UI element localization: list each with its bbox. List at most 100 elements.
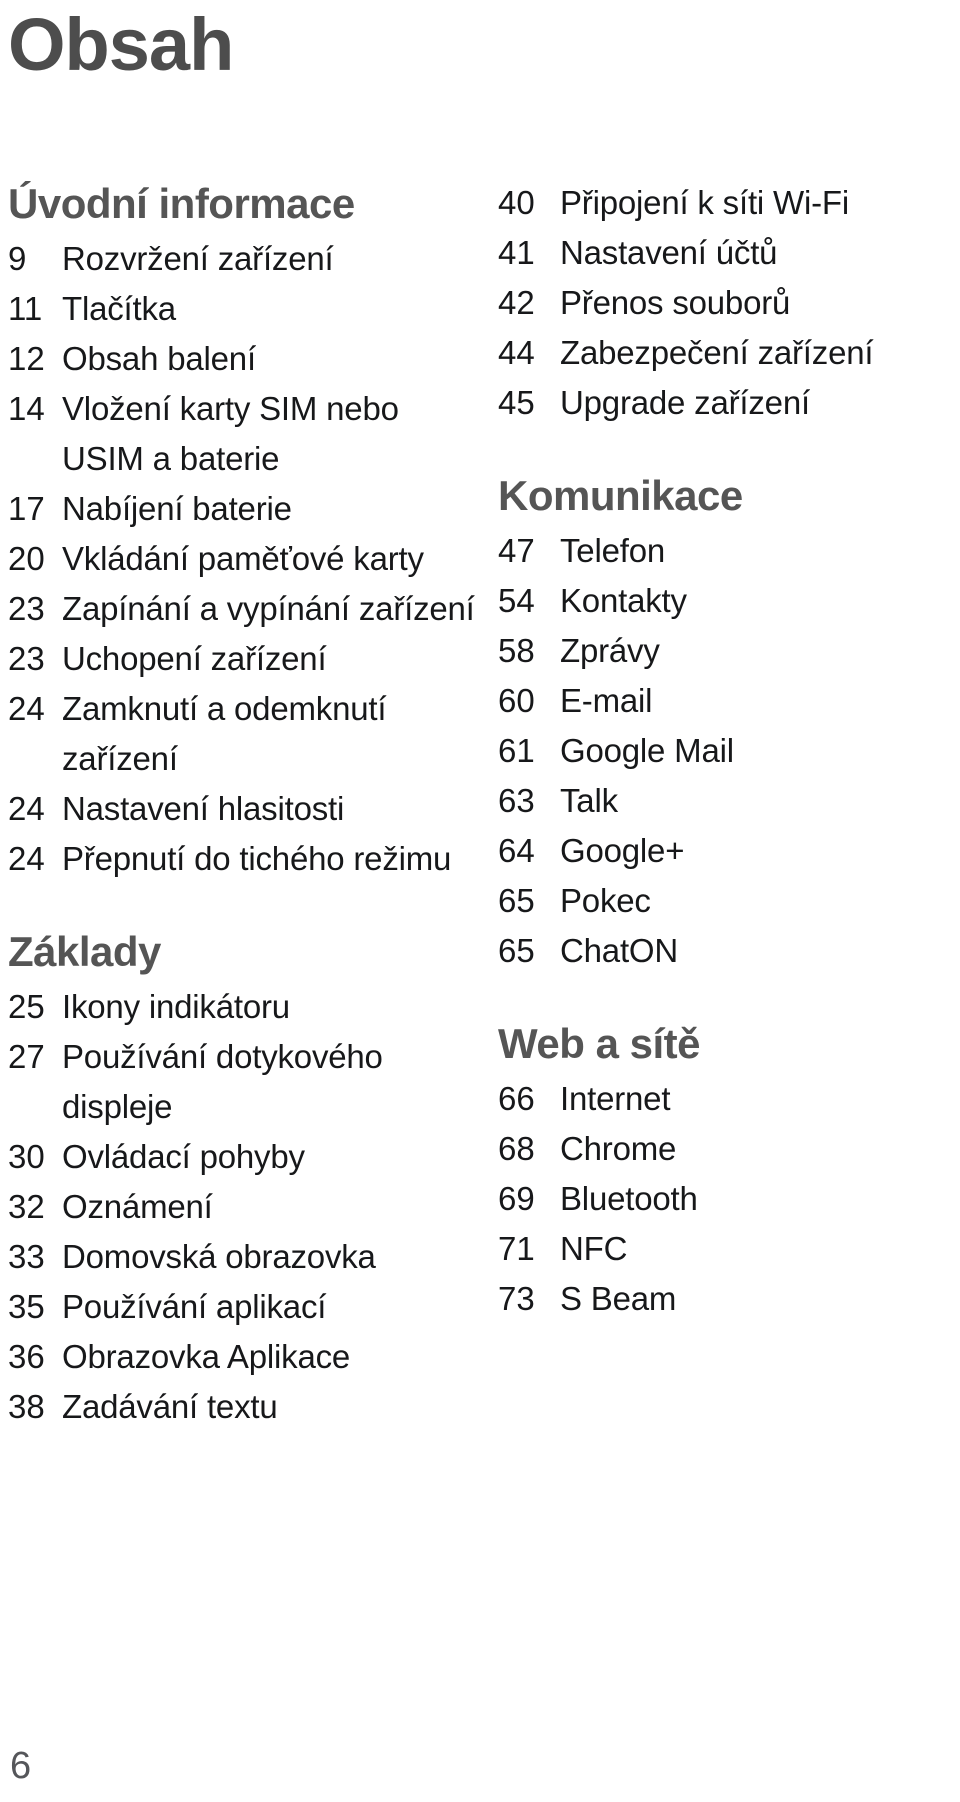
toc-entry[interactable]: 61 Google Mail [498,726,953,776]
toc-entry-page: 23 [8,640,45,677]
toc-section: Web a sítě 66 Internet 68 Chrome 69 Bluetooth 7… [498,1018,953,1324]
toc-entry-page: 65 [498,882,535,919]
toc-entry-label: Obrazovka Aplikace [62,1338,351,1375]
toc-entry-page: 66 [498,1080,535,1117]
toc-entry-page: 61 [498,732,535,769]
page-number: 6 [10,1745,32,1787]
toc-entry[interactable]: 20 Vkládání paměťové karty [8,534,478,584]
toc-entry[interactable]: 58 Zprávy [498,626,953,676]
toc-entry[interactable]: 36 Obrazovka Aplikace [8,1332,478,1382]
toc-entry[interactable]: 27 Používání dotykového displeje [8,1032,478,1132]
toc-entry-label: Připojení k síti Wi-Fi [560,184,849,221]
toc-entry[interactable]: 14 Vložení karty SIM nebo USIM a baterie [8,384,478,484]
toc-entry-label: Talk [560,782,618,819]
toc-entry[interactable]: 33 Domovská obrazovka [8,1232,478,1282]
toc-entry[interactable]: 64 Google+ [498,826,953,876]
toc-entry-label: Ikony indikátoru [62,988,290,1025]
toc-entry-page: 65 [498,932,535,969]
toc-entry-page: 12 [8,340,45,377]
toc-section: 40 Připojení k síti Wi-Fi 41 Nastavení účtů… [498,178,953,428]
toc-entry-label: Přepnutí do tichého režimu [62,840,452,877]
toc-entry[interactable]: 23 Zapínání a vypínání zařízení [8,584,478,634]
toc-entry[interactable]: 17 Nabíjení baterie [8,484,478,534]
toc-entry-label: E-mail [560,682,653,719]
toc-entry[interactable]: 44 Zabezpečení zařízení [498,328,953,378]
toc-entry[interactable]: 9 Rozvržení zařízení [8,234,478,284]
toc-entry-page: 32 [8,1188,45,1225]
toc-entry-page: 24 [8,690,45,727]
toc-entry[interactable]: 23 Uchopení zařízení [8,634,478,684]
toc-entry-label: Obsah balení [62,340,256,377]
toc-entry-page: 64 [498,832,535,869]
toc-entry[interactable]: 68 Chrome [498,1124,953,1174]
toc-entry-label: Oznámení [62,1188,213,1225]
toc-entry[interactable]: 65 Pokec [498,876,953,926]
toc-entry-page: 24 [8,790,45,827]
toc-entry[interactable]: 66 Internet [498,1074,953,1124]
toc-entry-label: Kontakty [560,582,687,619]
toc-entry-page: 24 [8,840,45,877]
toc-entry[interactable]: 54 Kontakty [498,576,953,626]
toc-entry-page: 33 [8,1238,45,1275]
toc-entry-label: Telefon [560,532,666,569]
page-title: Obsah [8,3,234,86]
toc-entry[interactable]: 71 NFC [498,1224,953,1274]
toc-entry[interactable]: 73 S Beam [498,1274,953,1324]
toc-entry-label: Zadávání textu [62,1388,278,1425]
toc-entry[interactable]: 69 Bluetooth [498,1174,953,1224]
toc-entry-page: 47 [498,532,535,569]
toc-section-heading: Komunikace [498,472,743,519]
toc-entry-page: 60 [498,682,535,719]
toc-entry-label: Tlačítka [62,290,176,327]
toc-entry[interactable]: 40 Připojení k síti Wi-Fi [498,178,953,228]
toc-entry-label: Uchopení zařízení [62,640,327,677]
toc-entry-label: Používání aplikací [62,1288,327,1325]
toc-entry-page: 9 [8,240,27,277]
toc-entry-label: Upgrade zařízení [560,384,810,421]
toc-entry-page: 54 [498,582,535,619]
toc-entry[interactable]: 32 Oznámení [8,1182,478,1232]
toc-section-heading: Základy [8,928,161,975]
toc-page: Obsah Úvodní informace 9 Rozvržení zařízen… [0,0,960,1802]
toc-entry[interactable]: 24 Nastavení hlasitosti [8,784,478,834]
toc-entry[interactable]: 24 Zamknutí a odemknutí zařízení [8,684,478,784]
toc-entry-page: 44 [498,334,535,371]
toc-entry[interactable]: 35 Používání aplikací [8,1282,478,1332]
toc-entry[interactable]: 45 Upgrade zařízení [498,378,953,428]
toc-entry-page: 58 [498,632,535,669]
toc-entry[interactable]: 11 Tlačítka [8,284,478,334]
toc-entry[interactable]: 65 ChatON [498,926,953,976]
toc-entry-label: Nabíjení baterie [62,490,292,527]
toc-entry-page: 63 [498,782,535,819]
toc-section: Základy 25 Ikony indikátoru 27 Používání dot… [8,926,478,1432]
toc-entry-page: 69 [498,1180,535,1217]
toc-entry-page: 71 [498,1230,535,1267]
toc-entry[interactable]: 41 Nastavení účtů [498,228,953,278]
toc-entry[interactable]: 63 Talk [498,776,953,826]
toc-entry[interactable]: 47 Telefon [498,526,953,576]
toc-entry-page: 38 [8,1388,45,1425]
toc-entry-label: Vkládání paměťové karty [62,540,424,577]
toc-entry-label: Rozvržení zařízení [62,240,334,277]
toc-section-heading: Úvodní informace [8,180,355,227]
toc-entry[interactable]: 38 Zadávání textu [8,1382,478,1432]
toc-entry-label: NFC [560,1230,628,1267]
toc-entry-label: Zprávy [560,632,660,669]
toc-entry[interactable]: 42 Přenos souborů [498,278,953,328]
toc-entry-label: Ovládací pohyby [62,1138,305,1175]
toc-entry[interactable]: 12 Obsah balení [8,334,478,384]
toc-entry-page: 73 [498,1280,535,1317]
toc-entry-label: Zamknutí a odemknutí zařízení [62,690,387,777]
toc-entry[interactable]: 24 Přepnutí do tichého režimu [8,834,478,884]
toc-section-heading: Web a sítě [498,1020,700,1067]
toc-entry[interactable]: 30 Ovládací pohyby [8,1132,478,1182]
toc-entry-page: 25 [8,988,45,1025]
toc-entry[interactable]: 60 E-mail [498,676,953,726]
toc-entry-label: Přenos souborů [560,284,791,321]
toc-entry-page: 36 [8,1338,45,1375]
toc-entry-page: 17 [8,490,45,527]
toc-entry-label: Google Mail [560,732,734,769]
toc-entry[interactable]: 25 Ikony indikátoru [8,982,478,1032]
toc-entry-page: 14 [8,390,45,427]
toc-entry-label: Chrome [560,1130,677,1167]
